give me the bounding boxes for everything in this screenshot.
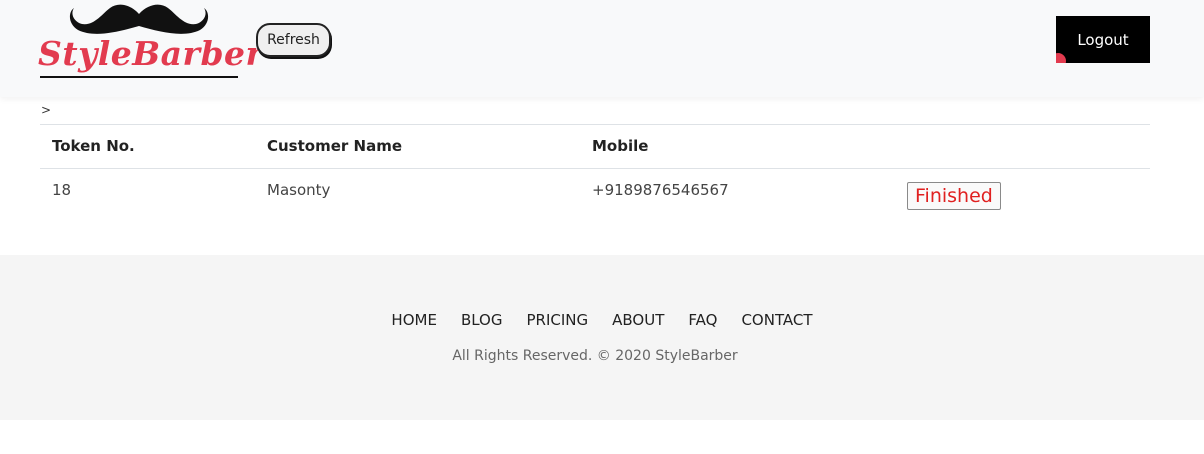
customer-name-cell: Masonty <box>267 181 331 199</box>
site-footer: HOME BLOG PRICING ABOUT FAQ CONTACT All … <box>0 255 1204 420</box>
column-header-mobile: Mobile <box>592 137 649 155</box>
mobile-cell: +9189876546567 <box>592 181 729 199</box>
column-header-customer: Customer Name <box>267 137 402 155</box>
footer-link-faq[interactable]: FAQ <box>688 311 717 329</box>
table-header-row: Token No. Customer Name Mobile <box>40 124 1150 169</box>
footer-link-home[interactable]: HOME <box>391 311 437 329</box>
token-cell: 18 <box>52 181 72 199</box>
footer-link-blog[interactable]: BLOG <box>461 311 503 329</box>
logo-underline <box>40 76 238 78</box>
column-header-token: Token No. <box>52 137 135 155</box>
footer-link-pricing[interactable]: PRICING <box>526 311 588 329</box>
table-row: 18 Masonty +9189876546567 Finished <box>40 169 1150 227</box>
refresh-button[interactable]: Refresh <box>256 23 331 57</box>
logo[interactable]: StyleBarber <box>38 0 264 80</box>
breadcrumb: > <box>41 103 52 117</box>
logout-label: Logout <box>1077 30 1129 49</box>
logo-text: StyleBarber <box>38 34 264 73</box>
site-header: StyleBarber Refresh Logout <box>0 0 1204 97</box>
column-header-status <box>895 125 1150 169</box>
logout-button[interactable]: Logout <box>1056 16 1150 63</box>
logout-accent-dot <box>1056 53 1066 63</box>
copyright-text: All Rights Reserved. © 2020 StyleBarber <box>452 348 738 364</box>
footer-link-about[interactable]: ABOUT <box>612 311 664 329</box>
footer-link-contact[interactable]: CONTACT <box>741 311 812 329</box>
queue-table: Token No. Customer Name Mobile 18 Masont… <box>40 124 1150 227</box>
status-badge[interactable]: Finished <box>907 182 1001 210</box>
status-cell: Finished <box>895 169 1150 227</box>
footer-nav: HOME BLOG PRICING ABOUT FAQ CONTACT <box>0 311 1204 329</box>
